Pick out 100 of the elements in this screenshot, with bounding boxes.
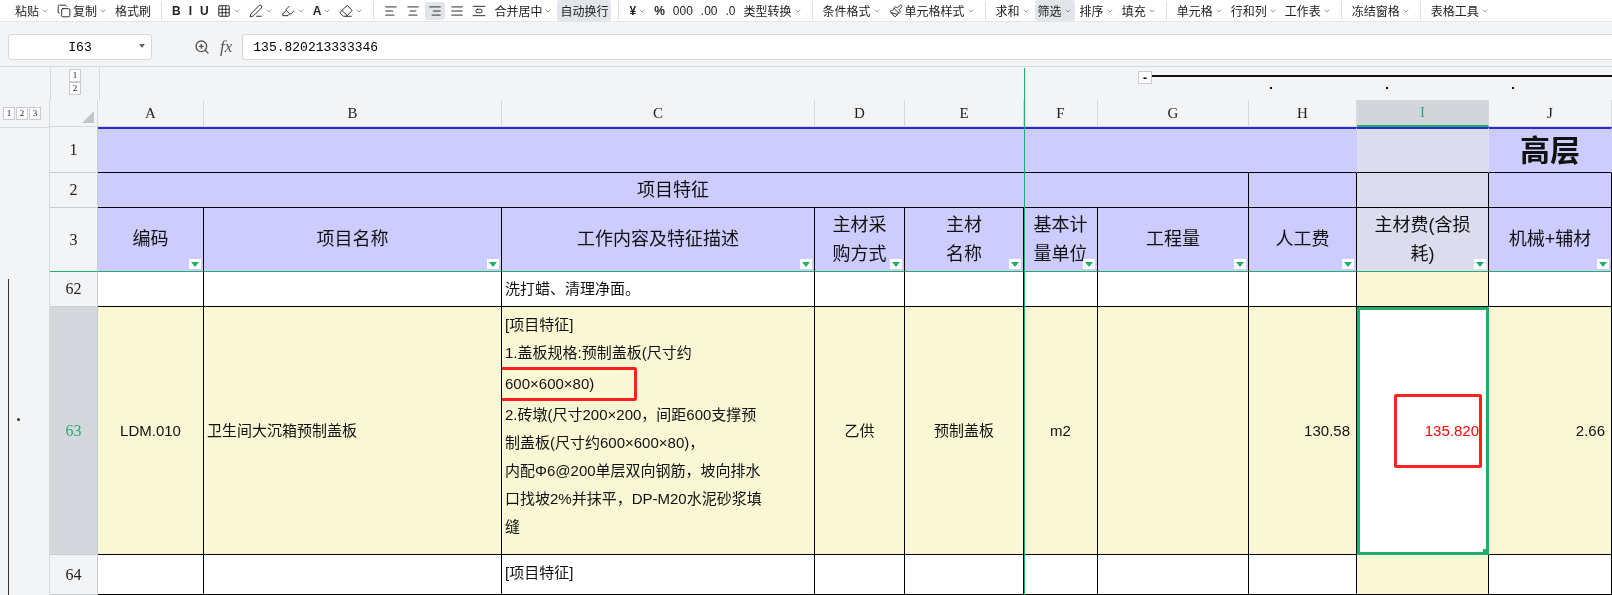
table-cell[interactable] [1249,173,1357,208]
toolbar-button[interactable]: 类型转换 [740,0,805,22]
zoom-icon[interactable] [194,39,210,56]
table-cell[interactable]: m2 [1024,307,1098,555]
toolbar-button[interactable]: 自动换行 [557,0,612,22]
column-title-cell[interactable]: 人工费 [1249,208,1357,272]
table-cell[interactable]: 2.66 [1489,307,1612,555]
filter-dropdown-icon[interactable] [189,259,201,269]
table-cell[interactable] [1357,173,1489,208]
table-cell[interactable] [1024,555,1098,595]
toolbar-button[interactable]: 行和列 [1227,0,1280,22]
table-cell[interactable] [1098,555,1249,595]
toolbar-button[interactable]: .00 [697,1,721,20]
filter-dropdown-icon[interactable] [1474,259,1486,269]
name-box[interactable]: I63 [8,34,152,61]
column-title-cell[interactable]: 主材费(含损 耗) [1357,208,1489,272]
collapse-button[interactable]: - [1138,71,1152,85]
table-cell[interactable] [98,127,1357,173]
toolbar-button[interactable]: ¥ [626,1,650,20]
column-title-cell[interactable]: 主材采 购方式 [815,208,905,272]
toolbar-button[interactable]: 筛选 [1034,0,1075,22]
table-cell[interactable] [1357,555,1489,595]
toolbar-button[interactable]: % [651,1,668,20]
row-header[interactable]: 3 [50,208,98,272]
row-header[interactable]: 2 [50,173,98,208]
column-header[interactable]: G [1098,100,1249,127]
table-cell[interactable] [1489,272,1612,307]
toolbar-button[interactable]: 复制 [54,0,111,22]
column-title-cell[interactable]: 工作内容及特征描述 [502,208,815,272]
outline-level-button[interactable]: 2 [16,107,28,120]
toolbar-button[interactable]: I [185,1,196,20]
table-cell[interactable] [1357,127,1489,173]
toolbar-button[interactable]: B [169,1,184,20]
column-header[interactable]: A [98,100,204,127]
toolbar-button[interactable]: 单元格 [1173,0,1226,22]
table-cell[interactable]: 项目特征 [98,173,1249,208]
column-header[interactable]: J [1489,100,1612,127]
toolbar-button[interactable]: 工作表 [1281,0,1334,22]
column-title-cell[interactable]: 主材 名称 [905,208,1024,272]
filter-dropdown-icon[interactable] [487,259,499,269]
filter-dropdown-icon[interactable] [1597,259,1609,269]
toolbar-button[interactable]: .0 [722,1,739,20]
table-cell[interactable] [204,272,502,307]
toolbar-button[interactable]: 排序 [1076,0,1117,22]
table-cell[interactable]: 卫生间大沉箱预制盖板 [204,307,502,555]
filter-dropdown-icon[interactable] [1342,259,1354,269]
toolbar-button[interactable]: 单元格样式 [885,0,978,22]
column-title-cell[interactable]: 工程量 [1098,208,1249,272]
table-cell[interactable] [815,272,905,307]
column-header[interactable]: H [1249,100,1357,127]
table-cell[interactable]: 130.58 [1249,307,1357,555]
toolbar-button[interactable]: 填充 [1118,0,1159,22]
toolbar-button[interactable]: U [197,1,212,20]
table-cell[interactable] [1357,272,1489,307]
table-cell[interactable] [98,555,204,595]
filter-dropdown-icon[interactable] [800,259,812,269]
table-cell[interactable]: 乙供 [815,307,905,555]
column-header[interactable]: F [1024,100,1098,127]
column-title-cell[interactable]: 编码 [98,208,204,272]
outline-level-button[interactable]: 3 [29,107,41,120]
outline-level-button[interactable]: 1 [69,69,81,83]
table-cell[interactable] [905,555,1024,595]
function-label[interactable]: fx [220,37,233,58]
toolbar-button[interactable]: 格式刷 [112,0,155,22]
selected-cell[interactable]: 135.820 [1357,307,1489,555]
column-header[interactable]: C [502,100,815,127]
table-cell[interactable] [1249,272,1357,307]
filter-dropdown-icon[interactable] [890,259,902,269]
toolbar-button[interactable]: 求和 [992,0,1033,22]
table-cell[interactable]: 预制盖板 [905,307,1024,555]
outline-level-button[interactable]: 1 [3,107,15,120]
toolbar-icon-button[interactable] [425,1,446,20]
toolbar-button[interactable]: 条件格式 [819,0,884,22]
table-cell[interactable] [204,555,502,595]
toolbar-button[interactable]: 合并居中 [491,0,556,22]
column-header[interactable]: B [204,100,502,127]
table-cell[interactable]: LDM.010 [98,307,204,555]
table-cell[interactable]: 洗打蜡、清理净面。 [502,272,815,307]
table-cell[interactable] [1024,272,1098,307]
table-cell[interactable]: [项目特征] 1.盖板规格:预制盖板(尺寸约 600×600×80) 2.砖墩(尺寸200×200，间距600支撑预 制盖板(尺寸约600×600×80)， 内配Φ6@200单层双向钢筋，坡向排水 口找坡2%并抹平，DP-M20水泥砂浆填 缝 [502,307,815,555]
table-cell[interactable] [905,272,1024,307]
table-cell[interactable] [1489,173,1612,208]
table-cell[interactable] [1098,307,1249,555]
column-header[interactable]: E [905,100,1024,127]
column-title-cell[interactable]: 项目名称 [204,208,502,272]
table-cell[interactable] [815,555,905,595]
table-cell[interactable]: 高层 [1489,127,1612,173]
row-header[interactable]: 64 [50,555,98,595]
toolbar-button[interactable]: 粘贴 [12,0,52,22]
toolbar-button[interactable]: 冻结窗格 [1348,0,1413,22]
formula-field[interactable]: 135.820213333346 [242,34,1612,61]
filter-dropdown-icon[interactable] [1234,259,1246,269]
row-header[interactable]: 62 [50,272,98,307]
column-title-cell[interactable]: 机械+辅材 [1489,208,1612,272]
table-cell[interactable] [98,272,204,307]
table-cell[interactable] [1098,272,1249,307]
toolbar-button[interactable]: A [309,1,335,20]
outline-level-button[interactable]: 2 [69,82,81,96]
table-cell[interactable] [1249,555,1357,595]
table-cell[interactable] [1489,555,1612,595]
